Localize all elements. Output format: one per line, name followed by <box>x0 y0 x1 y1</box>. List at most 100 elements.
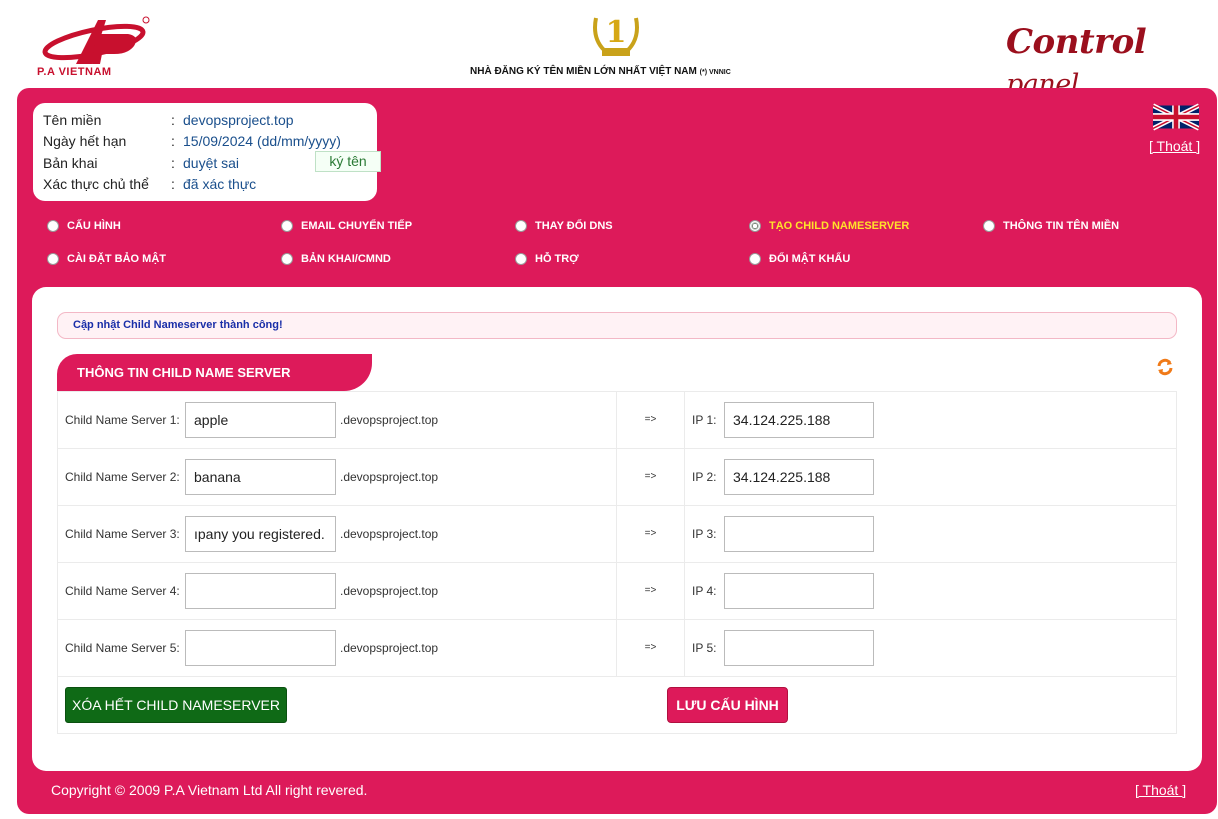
radio-icon[interactable] <box>47 220 59 232</box>
table-row: Child Name Server 4: .devopsproject.top … <box>58 563 1176 620</box>
info-separator: : <box>171 176 175 193</box>
radio-icon[interactable] <box>515 220 527 232</box>
content-panel: Cập nhật Child Nameserver thành công! TH… <box>32 287 1202 771</box>
menu-label: EMAIL CHUYỂN TIẾP <box>301 220 413 232</box>
ip-cell: IP 1: 34.124.225.188 <box>685 392 1178 448</box>
radio-icon[interactable] <box>281 220 293 232</box>
table-row: Child Name Server 2: banana .devopsproje… <box>58 449 1176 506</box>
ip-label: IP 5: <box>692 641 717 655</box>
child-nameserver-table: Child Name Server 1: apple .devopsprojec… <box>57 391 1177 734</box>
info-row-domain: Tên miền : devopsproject.top <box>43 109 367 131</box>
menu-label: THAY ĐỔI DNS <box>535 220 613 232</box>
domain-suffix: .devopsproject.top <box>340 584 439 598</box>
name-cell: Child Name Server 4: .devopsproject.top <box>58 563 617 619</box>
info-value: duyệt sai <box>183 154 240 171</box>
arrow: => <box>617 449 685 505</box>
menu-label: THÔNG TIN TÊN MIỀN <box>1003 220 1120 232</box>
child-name-input-4[interactable] <box>185 573 336 609</box>
table-row: Child Name Server 5: .devopsproject.top … <box>58 620 1176 677</box>
header: P.A VIETNAM 1 NHÀ ĐĂNG KÝ TÊN MIỀN LỚN N… <box>0 0 1218 100</box>
name-cell: Child Name Server 1: apple .devopsprojec… <box>58 392 617 448</box>
menu-item-support[interactable]: HỖ TRỢ <box>515 253 579 265</box>
menu-item-change-dns[interactable]: THAY ĐỔI DNS <box>515 220 613 232</box>
radio-selected-icon[interactable] <box>749 220 761 232</box>
menu-item-config[interactable]: CẤU HÌNH <box>47 220 121 232</box>
arrow: => <box>617 506 685 562</box>
table-row: Child Name Server 3: ıpany you registere… <box>58 506 1176 563</box>
info-separator: : <box>171 133 175 150</box>
copyright: Copyright © 2009 P.A Vietnam Ltd All rig… <box>51 782 368 798</box>
info-value: đã xác thực <box>183 176 257 193</box>
tagline: NHÀ ĐĂNG KÝ TÊN MIỀN LỚN NHẤT VIỆT NAM (… <box>470 66 731 77</box>
name-cell: Child Name Server 5: .devopsproject.top <box>58 620 617 676</box>
info-row-expiry: Ngày hết hạn : 15/09/2024 (dd/mm/yyyy) <box>43 131 367 153</box>
menu-item-email-forwarding[interactable]: EMAIL CHUYỂN TIẾP <box>281 220 412 232</box>
radio-icon[interactable] <box>47 253 59 265</box>
child-name-input-2[interactable]: banana <box>185 459 336 495</box>
child-name-input-1[interactable]: apple <box>185 402 336 438</box>
domain-info-box: Tên miền : devopsproject.top Ngày hết hạ… <box>33 103 381 201</box>
menu-label: CÀI ĐẶT BẢO MẬT <box>67 253 166 265</box>
child-name-input-5[interactable] <box>185 630 336 666</box>
menu-item-domain-info[interactable]: THÔNG TIN TÊN MIỀN <box>983 220 1119 232</box>
logout-link-bottom[interactable]: [ Thoát ] <box>1135 782 1186 798</box>
ip-input-1[interactable]: 34.124.225.188 <box>724 402 874 438</box>
child-name-label: Child Name Server 2: <box>65 470 180 484</box>
menu-label: BẢN KHAI/CMND <box>301 253 391 265</box>
button-row: XÓA HẾT CHILD NAMESERVER LƯU CẤU HÌNH <box>58 677 1176 733</box>
menu-item-child-nameserver[interactable]: TẠO CHILD NAMESERVER <box>749 220 909 232</box>
radio-icon[interactable] <box>983 220 995 232</box>
name-cell: Child Name Server 2: banana .devopsproje… <box>58 449 617 505</box>
sign-button[interactable]: ký tên <box>315 151 381 172</box>
info-separator: : <box>171 111 175 128</box>
radio-icon[interactable] <box>515 253 527 265</box>
ip-label: IP 1: <box>692 413 717 427</box>
info-separator: : <box>171 154 175 171</box>
menu-item-change-password[interactable]: ĐỔI MẬT KHẨU <box>749 253 850 265</box>
radio-icon[interactable] <box>749 253 761 265</box>
domain-suffix: .devopsproject.top <box>340 641 439 655</box>
tagline-suffix: (*) VNNIC <box>699 69 731 76</box>
menu-label: HỖ TRỢ <box>535 253 579 265</box>
info-label: Xác thực chủ thể <box>43 176 149 193</box>
ip-cell: IP 5: <box>685 620 1178 676</box>
ip-input-5[interactable] <box>724 630 874 666</box>
domain-suffix: .devopsproject.top <box>340 527 439 541</box>
info-value: 15/09/2024 (dd/mm/yyyy) <box>183 133 341 150</box>
menu-item-security[interactable]: CÀI ĐẶT BẢO MẬT <box>47 253 166 265</box>
ip-label: IP 2: <box>692 470 717 484</box>
save-button[interactable]: LƯU CẤU HÌNH <box>667 687 788 723</box>
child-name-input-3[interactable]: ıpany you registered. <box>185 516 336 552</box>
logout-link-top[interactable]: [ Thoát ] <box>1149 138 1200 154</box>
refresh-icon[interactable] <box>1156 358 1174 376</box>
main-frame: Tên miền : devopsproject.top Ngày hết hạ… <box>17 88 1217 814</box>
ip-cell: IP 2: 34.124.225.188 <box>685 449 1178 505</box>
menu-item-declaration[interactable]: BẢN KHAI/CMND <box>281 253 391 265</box>
arrow: => <box>617 620 685 676</box>
child-name-label: Child Name Server 1: <box>65 413 180 427</box>
name-cell: Child Name Server 3: ıpany you registere… <box>58 506 617 562</box>
info-row-verification: Xác thực chủ thể : đã xác thực <box>43 174 367 196</box>
success-notice: Cập nhật Child Nameserver thành công! <box>57 312 1177 339</box>
ip-input-2[interactable]: 34.124.225.188 <box>724 459 874 495</box>
menu-label: CẤU HÌNH <box>67 220 121 232</box>
child-name-label: Child Name Server 3: <box>65 527 180 541</box>
arrow: => <box>617 563 685 619</box>
ip-cell: IP 4: <box>685 563 1178 619</box>
ip-input-3[interactable] <box>724 516 874 552</box>
arrow: => <box>617 392 685 448</box>
logo-text: P.A VIETNAM <box>37 66 112 78</box>
child-name-label: Child Name Server 4: <box>65 584 180 598</box>
radio-icon[interactable] <box>281 253 293 265</box>
ip-input-4[interactable] <box>724 573 874 609</box>
award-badge-icon: 1 <box>593 15 639 56</box>
info-label: Tên miền <box>43 111 102 128</box>
ip-cell: IP 3: <box>685 506 1178 562</box>
info-value: devopsproject.top <box>183 111 294 128</box>
menu-label: ĐỔI MẬT KHẨU <box>769 253 851 265</box>
clear-all-button[interactable]: XÓA HẾT CHILD NAMESERVER <box>65 687 287 723</box>
ip-label: IP 4: <box>692 584 717 598</box>
uk-flag-icon[interactable] <box>1153 102 1199 132</box>
menu-label: TẠO CHILD NAMESERVER <box>769 220 910 232</box>
info-label: Bản khai <box>43 154 98 171</box>
